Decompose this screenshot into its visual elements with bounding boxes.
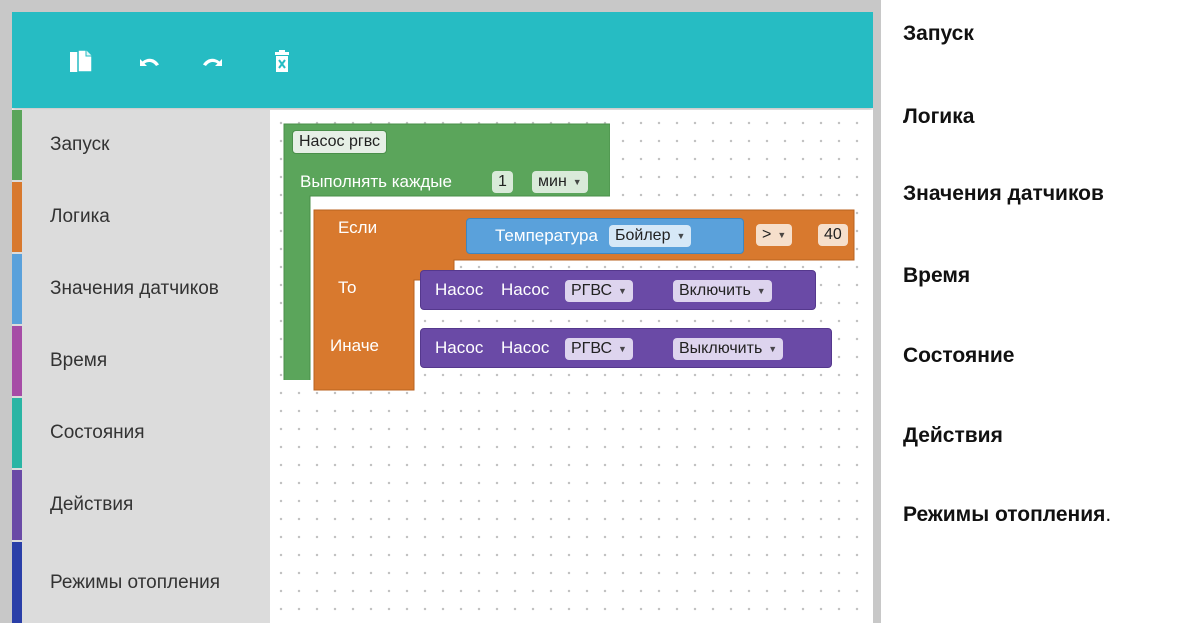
- pump-label: Насос: [435, 280, 484, 299]
- device-value: РГВС: [571, 282, 613, 300]
- sidebar-item-time[interactable]: Время: [12, 326, 270, 396]
- sidebar-item-label: Состояния: [50, 422, 145, 443]
- sidebar-item-label: Время: [50, 350, 108, 371]
- sidebar-item-actions[interactable]: Действия: [12, 470, 270, 540]
- sidebar-item-states[interactable]: Состояния: [12, 398, 270, 468]
- chevron-down-icon: ▼: [618, 344, 627, 354]
- blockly-editor: Запуск Логика Значения датчиков Время Со…: [0, 0, 881, 623]
- temperature-condition-block[interactable]: Температура Бойлер ▼: [466, 218, 744, 254]
- caption-logic: Логика: [903, 105, 975, 128]
- toolbar: [12, 12, 873, 108]
- category-color-bar: [12, 398, 22, 468]
- redo-icon[interactable]: [198, 46, 230, 78]
- category-color-bar: [12, 326, 22, 396]
- operator-value: >: [762, 226, 772, 244]
- action-value: Выключить: [679, 340, 763, 358]
- category-color-bar: [12, 254, 22, 324]
- else-label: Иначе: [330, 336, 379, 355]
- then-label: То: [338, 278, 357, 297]
- else-pump-action-block[interactable]: Насос Насос РГВС ▼ Выключить ▼: [420, 328, 832, 368]
- then-pump-action-block[interactable]: Насос Насос РГВС ▼ Включить ▼: [420, 270, 816, 310]
- chevron-down-icon: ▼: [618, 286, 627, 296]
- chevron-down-icon: ▼: [676, 231, 686, 241]
- device-label: Насос: [501, 280, 550, 299]
- action-dropdown[interactable]: Включить ▼: [673, 280, 772, 302]
- device-dropdown[interactable]: РГВС ▼: [565, 338, 633, 360]
- block-workspace[interactable]: Насос ргвс Выполнять каждые 1 мин ▼ Если …: [270, 110, 873, 623]
- caption-sensor-values: Значения датчиков: [903, 182, 1104, 205]
- sidebar-item-heating-modes[interactable]: Режимы отопления: [12, 542, 270, 623]
- sidebar-item-label: Запуск: [50, 134, 110, 155]
- copy-icon[interactable]: [64, 46, 96, 78]
- caption-time: Время: [903, 264, 971, 287]
- sidebar-item-sensor-values[interactable]: Значения датчиков: [12, 254, 270, 324]
- device-value: РГВС: [571, 340, 613, 358]
- caption-launch: Запуск: [903, 22, 974, 45]
- caption-actions: Действия: [903, 424, 1003, 447]
- undo-icon[interactable]: [132, 46, 164, 78]
- category-caption-list: Запуск Логика Значения датчиков Время Со…: [903, 0, 1195, 623]
- sidebar-item-label: Логика: [50, 206, 110, 227]
- device-label: Насос: [501, 338, 550, 357]
- category-color-bar: [12, 182, 22, 252]
- caption-heating-modes-text: Режимы отопления: [903, 503, 1106, 526]
- sensor-label: Температура: [495, 226, 598, 245]
- category-color-bar: [12, 470, 22, 540]
- sidebar-item-logic[interactable]: Логика: [12, 182, 270, 252]
- sensor-value: Бойлер: [615, 227, 671, 245]
- threshold-field[interactable]: 40: [818, 224, 848, 246]
- sidebar-item-label: Действия: [50, 494, 134, 515]
- operator-dropdown[interactable]: > ▼: [756, 224, 793, 246]
- chevron-down-icon: ▼: [777, 230, 787, 240]
- category-color-bar: [12, 542, 22, 623]
- pump-label: Насос: [435, 338, 484, 357]
- chevron-down-icon: ▼: [756, 286, 766, 296]
- category-color-bar: [12, 110, 22, 180]
- category-sidebar: Запуск Логика Значения датчиков Время Со…: [12, 110, 270, 623]
- device-dropdown[interactable]: РГВС ▼: [565, 280, 633, 302]
- caption-trailing-dot: .: [1105, 503, 1112, 526]
- delete-icon[interactable]: [266, 46, 298, 78]
- chevron-down-icon: ▼: [768, 344, 778, 354]
- caption-heating-modes: Режимы отопления.: [903, 503, 1111, 527]
- if-label: Если: [338, 218, 378, 237]
- caption-state: Состояние: [903, 344, 1015, 367]
- sidebar-item-label: Режимы отопления: [50, 571, 221, 593]
- action-value: Включить: [679, 282, 751, 300]
- sidebar-item-label: Значения датчиков: [50, 278, 219, 299]
- sensor-dropdown[interactable]: Бойлер ▼: [609, 225, 692, 247]
- sidebar-item-launch[interactable]: Запуск: [12, 110, 270, 180]
- action-dropdown[interactable]: Выключить ▼: [673, 338, 784, 360]
- editor-frame: Запуск Логика Значения датчиков Время Со…: [12, 12, 873, 623]
